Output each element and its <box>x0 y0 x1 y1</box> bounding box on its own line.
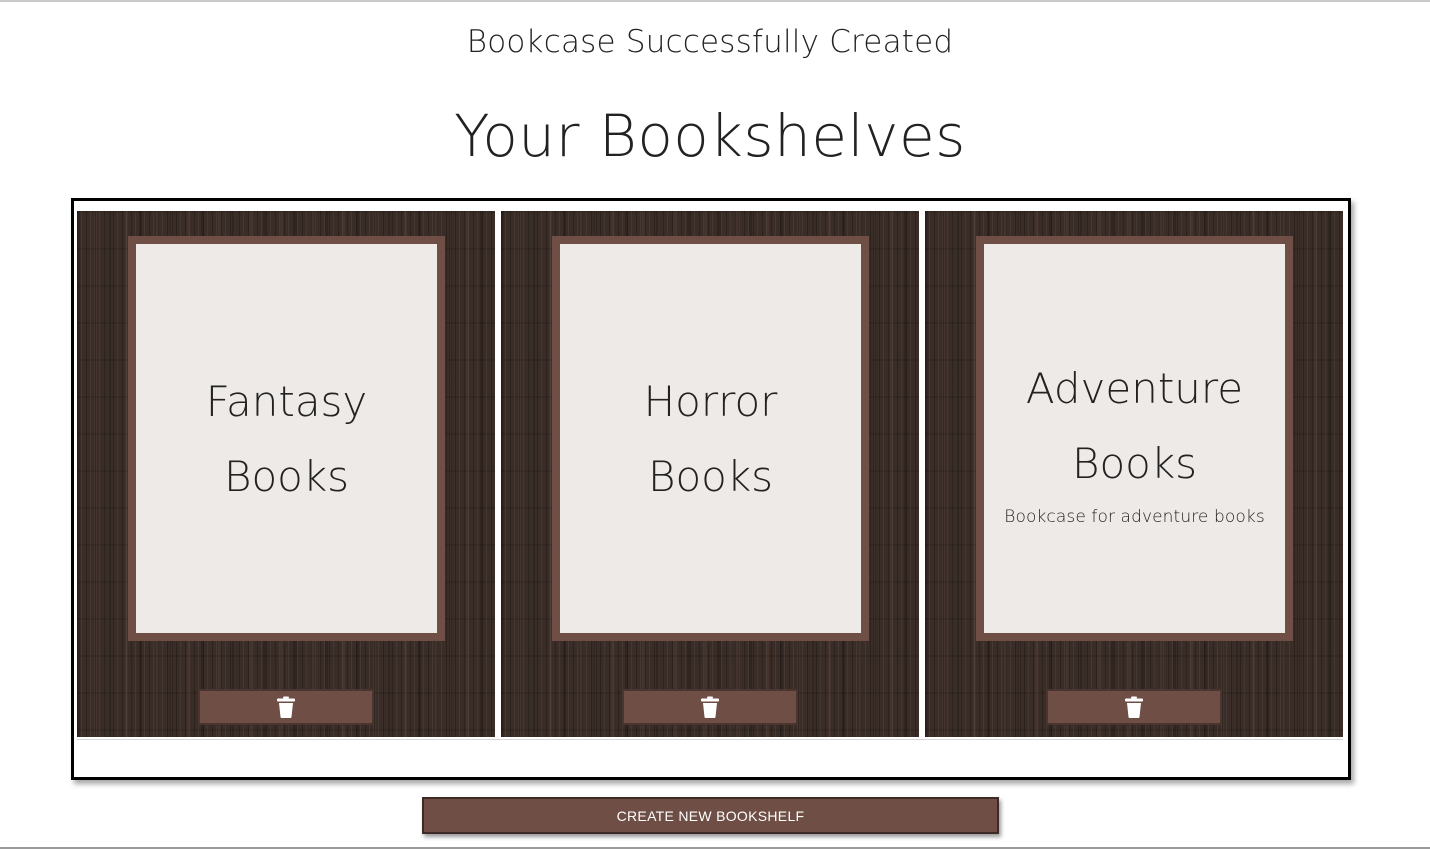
bookshelf-title: Fantasy Books <box>205 376 368 501</box>
page-title: Your Bookshelves <box>454 102 966 170</box>
bookcase: Fantasy Books Horror Books Adventure Boo… <box>71 198 1351 780</box>
bookshelf-adventure: Adventure Books Bookcase for adventure b… <box>925 211 1343 737</box>
shelf-divider <box>77 739 1343 740</box>
create-new-bookshelf-button[interactable]: CREATE NEW BOOKSHELF <box>422 797 999 834</box>
bookshelf-description: Bookcase for adventure books <box>1004 506 1265 527</box>
page: Bookcase Successfully Created Your Books… <box>0 0 1430 849</box>
bookshelf-card[interactable]: Adventure Books Bookcase for adventure b… <box>976 236 1293 641</box>
trash-icon <box>1125 696 1143 718</box>
flash-message: Bookcase Successfully Created <box>466 24 954 60</box>
bookshelf-fantasy: Fantasy Books <box>77 211 495 737</box>
bookshelf-title: Horror Books <box>643 376 778 501</box>
delete-bookshelf-button[interactable] <box>622 689 798 725</box>
bookshelf-card[interactable]: Fantasy Books <box>128 236 445 641</box>
trash-icon <box>701 696 719 718</box>
top-divider <box>0 0 1430 2</box>
trash-icon <box>277 696 295 718</box>
bookshelf-title: Adventure Books <box>1025 363 1244 488</box>
bookshelf-horror: Horror Books <box>501 211 919 737</box>
delete-bookshelf-button[interactable] <box>198 689 374 725</box>
delete-bookshelf-button[interactable] <box>1046 689 1222 725</box>
bookshelf-card[interactable]: Horror Books <box>552 236 869 641</box>
